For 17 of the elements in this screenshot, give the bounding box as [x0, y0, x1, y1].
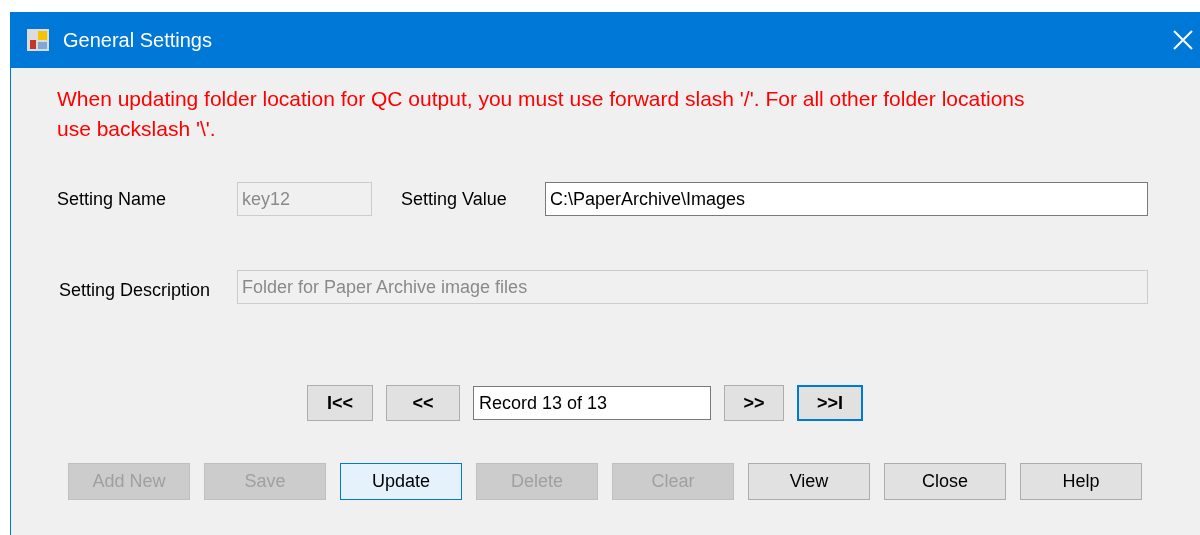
- field-label: Setting Description: [59, 279, 212, 302]
- app-icon: [27, 29, 49, 51]
- navigation-button[interactable]: >>: [724, 385, 784, 421]
- field-label: Setting Value: [401, 187, 508, 211]
- close-icon[interactable]: [1172, 29, 1194, 51]
- navigation-button[interactable]: <<: [386, 385, 460, 421]
- navigation-button[interactable]: >>I: [797, 385, 863, 421]
- field-label: Setting Name: [57, 187, 168, 211]
- action-button[interactable]: Update: [340, 463, 462, 500]
- window-title: General Settings: [63, 28, 212, 53]
- record-field[interactable]: Record 13 of 13: [473, 386, 711, 420]
- navigation-button[interactable]: I<<: [307, 385, 373, 421]
- action-button[interactable]: View: [748, 463, 870, 500]
- action-button[interactable]: Close: [884, 463, 1006, 500]
- action-button[interactable]: Help: [1020, 463, 1142, 500]
- warning-message: When updating folder location for QC output, you must use forward slash '/'. For all other folder locations use backslash '\'.: [57, 86, 1026, 142]
- setting-value-field[interactable]: C:\PaperArchive\Images: [545, 182, 1148, 216]
